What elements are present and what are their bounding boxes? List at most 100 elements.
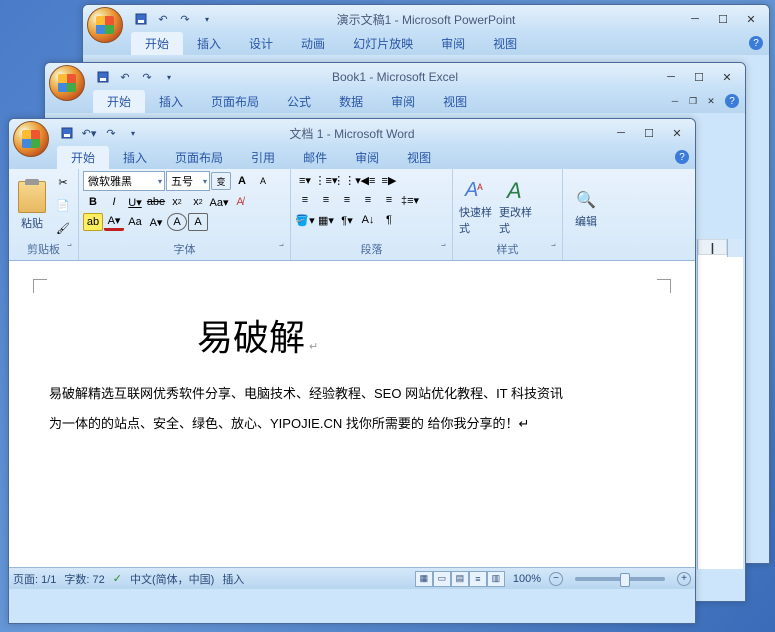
paste-button[interactable]: 粘贴 [13,171,51,240]
word-tab-mailings[interactable]: 邮件 [289,146,341,169]
save-icon[interactable] [131,10,151,28]
subscript-icon[interactable]: x2 [167,193,187,211]
minimize-button[interactable]: ─ [657,68,685,86]
char-border-icon[interactable]: A [188,213,208,231]
close-button[interactable]: ✕ [737,10,765,28]
increase-indent-icon[interactable]: ≡▶ [379,171,399,189]
office-button[interactable] [49,65,85,101]
underline-icon[interactable]: U▾ [125,193,145,211]
font-name-combo[interactable]: 微软雅黑 [83,171,165,191]
minimize-button[interactable]: ─ [607,124,635,142]
char-shading-icon[interactable]: A▾ [146,213,166,231]
undo-icon[interactable]: ↶ [115,68,135,86]
fullscreen-reading-view-icon[interactable]: ▭ [433,571,451,587]
align-center-icon[interactable]: ≡ [316,191,336,209]
sort-icon[interactable]: A↓ [358,211,378,229]
editing-button[interactable]: 🔍 编辑 [567,171,605,244]
save-icon[interactable] [57,124,77,142]
excel-tab-review[interactable]: 审阅 [377,90,429,113]
status-proofing-icon[interactable]: ✓ [113,572,122,585]
excel-tab-view[interactable]: 视图 [429,90,481,113]
shading-icon[interactable]: 🪣▾ [295,211,315,229]
enclose-char-icon[interactable]: A [167,213,187,231]
office-button[interactable] [87,7,123,43]
save-icon[interactable] [93,68,113,86]
help-icon[interactable]: ? [675,150,689,164]
close-button[interactable]: ✕ [713,68,741,86]
line-spacing-icon[interactable]: ‡≡▾ [400,191,420,209]
word-tab-review[interactable]: 审阅 [341,146,393,169]
excel-tab-formulas[interactable]: 公式 [273,90,325,113]
excel-tab-data[interactable]: 数据 [325,90,377,113]
doc-minimize-button[interactable]: ─ [667,94,683,108]
ppt-tab-review[interactable]: 审阅 [427,32,479,55]
shrink-font-icon[interactable]: A [253,172,273,190]
ppt-tab-slideshow[interactable]: 幻灯片放映 [339,32,427,55]
web-layout-view-icon[interactable]: ▤ [451,571,469,587]
show-marks-icon[interactable]: ¶▾ [337,211,357,229]
undo-icon[interactable]: ↶▾ [79,124,99,142]
copy-icon[interactable]: 📄 [53,196,73,214]
minimize-button[interactable]: ─ [681,10,709,28]
status-words[interactable]: 字数: 72 [64,571,104,587]
distributed-icon[interactable]: ≡ [379,191,399,209]
status-mode[interactable]: 插入 [222,571,244,587]
ppt-tab-insert[interactable]: 插入 [183,32,235,55]
align-right-icon[interactable]: ≡ [337,191,357,209]
col-header-I[interactable]: I [698,239,727,255]
help-icon[interactable]: ? [749,36,763,50]
ppt-tab-design[interactable]: 设计 [235,32,287,55]
office-button[interactable] [13,121,49,157]
excel-tab-home[interactable]: 开始 [93,90,145,113]
qat-dropdown-icon[interactable]: ▾ [197,10,217,28]
bullets-icon[interactable]: ≡▾ [295,171,315,189]
italic-icon[interactable]: I [104,193,124,211]
help-icon[interactable]: ? [725,94,739,108]
zoom-slider[interactable] [575,577,665,581]
change-case-icon[interactable]: Aa▾ [209,193,229,211]
maximize-button[interactable]: ☐ [685,68,713,86]
paragraph-marks-icon[interactable]: ¶ [379,211,399,229]
zoom-level[interactable]: 100% [513,573,541,585]
outline-view-icon[interactable]: ≡ [469,571,487,587]
status-page[interactable]: 页面: 1/1 [13,571,56,587]
ppt-tab-home[interactable]: 开始 [131,32,183,55]
excel-tab-layout[interactable]: 页面布局 [197,90,273,113]
justify-icon[interactable]: ≡ [358,191,378,209]
redo-icon[interactable]: ↷ [101,124,121,142]
phonetic-guide-icon[interactable]: 变 [211,172,231,190]
doc-restore-button[interactable]: ❐ [685,94,701,108]
change-styles-button[interactable]: A 更改样式 [497,171,535,240]
redo-icon[interactable]: ↷ [175,10,195,28]
word-tab-layout[interactable]: 页面布局 [161,146,237,169]
close-button[interactable]: ✕ [663,124,691,142]
doc-close-button[interactable]: ✕ [703,94,719,108]
grow-font-icon[interactable]: A [232,172,252,190]
document-area[interactable]: 易破解 易破解精选互联网优秀软件分享、电脑技术、经验教程、SEO 网站优化教程、… [9,261,695,567]
font-size-combo[interactable]: 五号 [166,171,210,191]
qat-dropdown-icon[interactable]: ▾ [159,68,179,86]
strikethrough-icon[interactable]: abe [146,193,166,211]
word-tab-references[interactable]: 引用 [237,146,289,169]
word-tab-insert[interactable]: 插入 [109,146,161,169]
maximize-button[interactable]: ☐ [709,10,737,28]
cut-icon[interactable]: ✂ [53,173,73,191]
highlight-icon[interactable]: ab [83,213,103,231]
char-scale-icon[interactable]: Aa [125,213,145,231]
borders-icon[interactable]: ▦▾ [316,211,336,229]
draft-view-icon[interactable]: ▥ [487,571,505,587]
maximize-button[interactable]: ☐ [635,124,663,142]
word-tab-home[interactable]: 开始 [57,146,109,169]
zoom-out-icon[interactable]: − [549,572,563,586]
scrollbar-up-icon[interactable] [727,239,743,257]
clear-format-icon[interactable]: A̸ [230,193,250,211]
doc-paragraph-1[interactable]: 易破解精选互联网优秀软件分享、电脑技术、经验教程、SEO 网站优化教程、IT 科… [49,379,655,409]
qat-dropdown-icon[interactable]: ▾ [123,124,143,142]
word-tab-view[interactable]: 视图 [393,146,445,169]
font-color-icon[interactable]: A▾ [104,213,124,231]
redo-icon[interactable]: ↷ [137,68,157,86]
excel-tab-insert[interactable]: 插入 [145,90,197,113]
undo-icon[interactable]: ↶ [153,10,173,28]
bold-icon[interactable]: B [83,193,103,211]
ppt-tab-animation[interactable]: 动画 [287,32,339,55]
